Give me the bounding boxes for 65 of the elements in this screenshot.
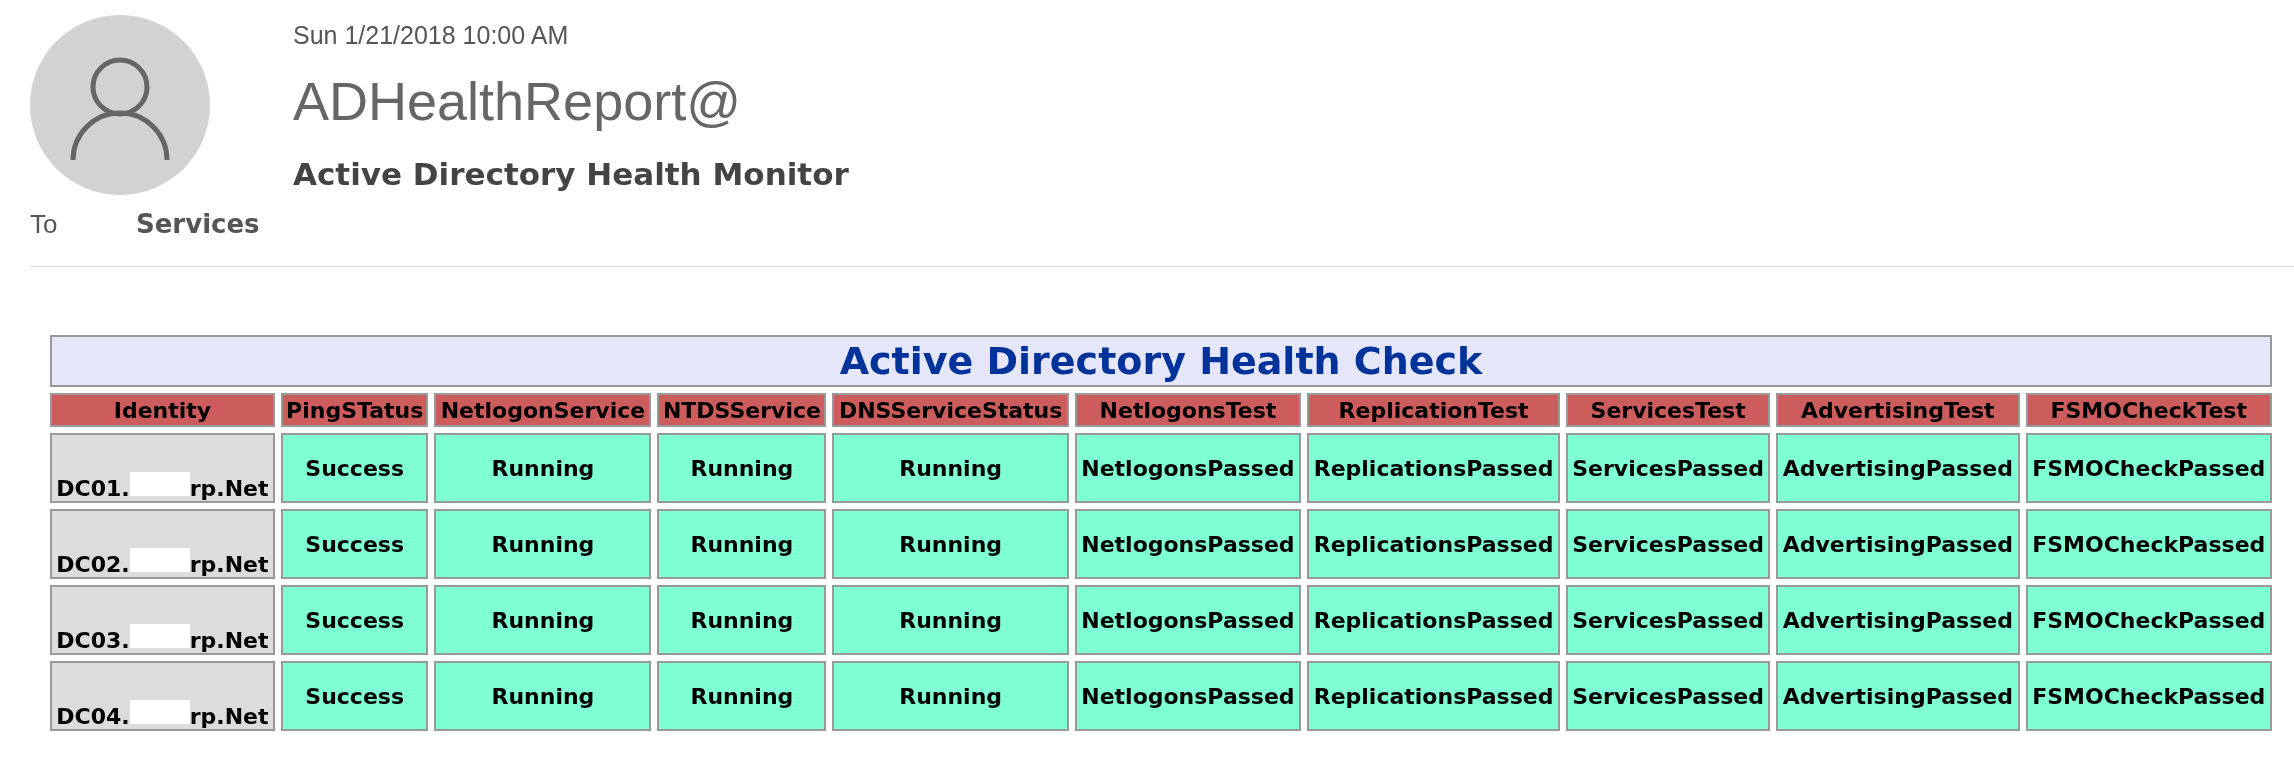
status-cell: NetlogonsPassed	[1074, 433, 1301, 503]
status-cell: Running	[434, 585, 652, 655]
status-cell: Running	[657, 661, 827, 731]
identity-text: rp.Net	[189, 552, 269, 577]
status-cell: Success	[280, 433, 429, 503]
status-cell: Running	[657, 433, 827, 503]
status-cell: Running	[434, 509, 652, 579]
sender-name: ADHealthReport@	[293, 70, 742, 132]
status-cell: Running	[657, 585, 827, 655]
status-cell: FSMOCheckPassed	[2025, 661, 2272, 731]
status-cell: ReplicationsPassed	[1306, 509, 1561, 579]
identity-text: rp.Net	[189, 628, 269, 653]
status-cell: ReplicationsPassed	[1306, 433, 1561, 503]
column-header: NetlogonsTest	[1074, 393, 1301, 427]
status-cell: NetlogonsPassed	[1074, 509, 1301, 579]
status-cell: ReplicationsPassed	[1306, 585, 1561, 655]
column-header: Identity	[50, 393, 275, 427]
column-header: NetlogonService	[434, 393, 652, 427]
to-label: To	[30, 209, 59, 240]
column-header: NTDSService	[657, 393, 827, 427]
status-cell: Success	[280, 661, 429, 731]
status-cell: FSMOCheckPassed	[2025, 509, 2272, 579]
identity-text: DC03.	[56, 628, 130, 653]
column-header: FSMOCheckTest	[2025, 393, 2272, 427]
status-cell: AdvertisingPassed	[1776, 509, 2020, 579]
message-subject: Active Directory Health Monitor	[293, 156, 849, 192]
redaction-block	[129, 700, 190, 724]
redaction-block	[129, 624, 190, 648]
identity-text: DC01.	[56, 476, 130, 501]
status-cell: Running	[832, 509, 1069, 579]
status-cell: ServicesPassed	[1566, 509, 1771, 579]
identity-text: DC04.	[56, 704, 130, 729]
column-header: PingSTatus	[280, 393, 429, 427]
status-cell: NetlogonsPassed	[1074, 585, 1301, 655]
status-cell: Running	[657, 509, 827, 579]
identity-text: DC02.	[56, 552, 130, 577]
status-cell: NetlogonsPassed	[1074, 661, 1301, 731]
column-header: DNSServiceStatus	[832, 393, 1069, 427]
message-date: Sun 1/21/2018 10:00 AM	[293, 21, 570, 50]
identity-text: rp.Net	[189, 476, 269, 501]
status-cell: Success	[280, 585, 429, 655]
status-cell: ReplicationsPassed	[1306, 661, 1561, 731]
status-cell: Running	[434, 433, 652, 503]
report-title: Active Directory Health Check	[50, 335, 2272, 387]
status-cell: AdvertisingPassed	[1776, 585, 2020, 655]
status-cell: ServicesPassed	[1566, 585, 1771, 655]
status-cell: Running	[434, 661, 652, 731]
avatar-icon	[30, 15, 210, 195]
status-cell: Success	[280, 509, 429, 579]
status-cell: ServicesPassed	[1566, 661, 1771, 731]
status-cell: FSMOCheckPassed	[2025, 585, 2272, 655]
identity-text: rp.Net	[189, 704, 269, 729]
status-cell: AdvertisingPassed	[1776, 661, 2020, 731]
column-header: ServicesTest	[1566, 393, 1771, 427]
status-cell: AdvertisingPassed	[1776, 433, 2020, 503]
column-header: AdvertisingTest	[1776, 393, 2020, 427]
status-cell: Running	[832, 661, 1069, 731]
column-header: ReplicationTest	[1306, 393, 1561, 427]
status-cell: FSMOCheckPassed	[2025, 433, 2272, 503]
status-cell: Running	[832, 585, 1069, 655]
redaction-block	[129, 548, 190, 572]
status-cell: Running	[832, 433, 1069, 503]
status-cell: ServicesPassed	[1566, 433, 1771, 503]
redaction-block	[129, 472, 190, 496]
recipient-name[interactable]: Services	[136, 209, 260, 239]
